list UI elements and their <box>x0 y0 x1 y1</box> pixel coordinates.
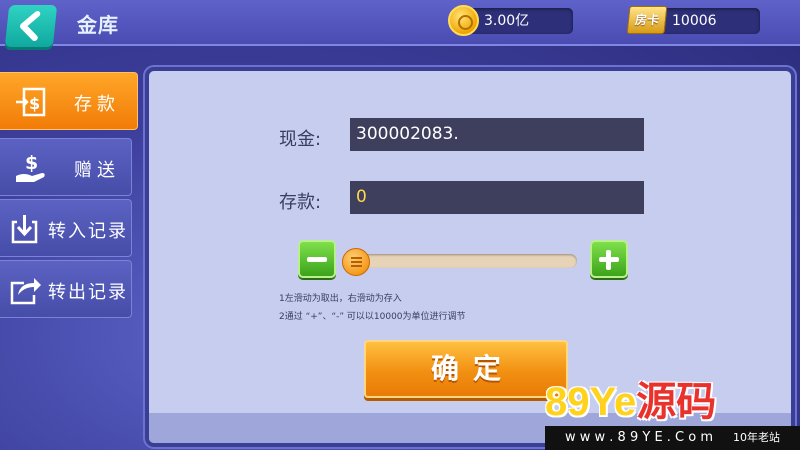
gold-balance: 3.00亿 <box>448 5 573 36</box>
watermark-bar: w w w . 8 9 Y E . C o m 10年老站 <box>545 426 800 450</box>
tab-deposit[interactable]: $ 存款 <box>0 72 138 130</box>
plus-icon-vertical <box>606 250 611 270</box>
page-title: 金库 <box>77 13 119 37</box>
gold-coin-icon <box>448 5 479 36</box>
deposit-label: 存款: <box>279 192 322 213</box>
tab-gift-label: 赠送 <box>74 160 120 181</box>
room-card-value: 10006 <box>672 13 717 29</box>
tab-transfer-in-records[interactable]: 转入记录 <box>0 199 132 257</box>
hint-slide: 1左滑动为取出，右滑动为存入 <box>279 294 402 304</box>
cash-field: 300002083. <box>350 118 644 151</box>
room-card-balance: 房卡 10006 <box>626 6 760 34</box>
share-icon <box>10 278 41 305</box>
tab-transfer-out-label: 转出记录 <box>48 282 128 303</box>
watermark-logo: 89Ye源码 w w w . 8 9 Y E . C o m 10年老站 <box>545 378 800 450</box>
watermark-tagline: 10年老站 <box>733 431 780 444</box>
watermark-cn: 源码 <box>636 380 717 424</box>
tab-transfer-out-records[interactable]: 转出记录 <box>0 260 132 318</box>
increase-button[interactable] <box>590 240 628 278</box>
dollar-hand-icon: $ <box>16 152 45 182</box>
deposit-icon: $ <box>16 87 46 117</box>
hint-step: 2通过 “+”、“-” 可以以10000为单位进行调节 <box>279 312 466 322</box>
confirm-button[interactable]: 确定 <box>364 340 568 398</box>
watermark-digits: 89 <box>545 380 590 424</box>
minus-icon <box>307 257 327 262</box>
tab-gift[interactable]: $ 赠送 <box>0 138 132 196</box>
tab-transfer-in-label: 转入记录 <box>48 221 128 242</box>
decrease-button[interactable] <box>298 240 336 278</box>
top-bar: 金库 3.00亿 房卡 10006 <box>0 0 800 47</box>
gold-balance-value: 3.00亿 <box>484 13 530 29</box>
tab-deposit-label: 存款 <box>74 94 120 115</box>
watermark-latin: Ye <box>589 380 637 424</box>
amount-slider-thumb[interactable] <box>342 248 370 276</box>
back-button[interactable] <box>4 5 58 47</box>
cash-label: 现金: <box>279 129 322 150</box>
watermark-url: w w w . 8 9 Y E . C o m <box>565 430 714 445</box>
svg-text:$: $ <box>25 152 38 174</box>
deposit-amount-input[interactable] <box>350 181 644 214</box>
download-icon <box>11 215 38 244</box>
room-card-icon: 房卡 <box>626 6 668 34</box>
amount-slider-track[interactable] <box>345 254 577 268</box>
svg-text:$: $ <box>29 94 40 113</box>
watermark-brand: 89Ye源码 <box>545 378 716 426</box>
chevron-left-icon <box>19 11 41 41</box>
